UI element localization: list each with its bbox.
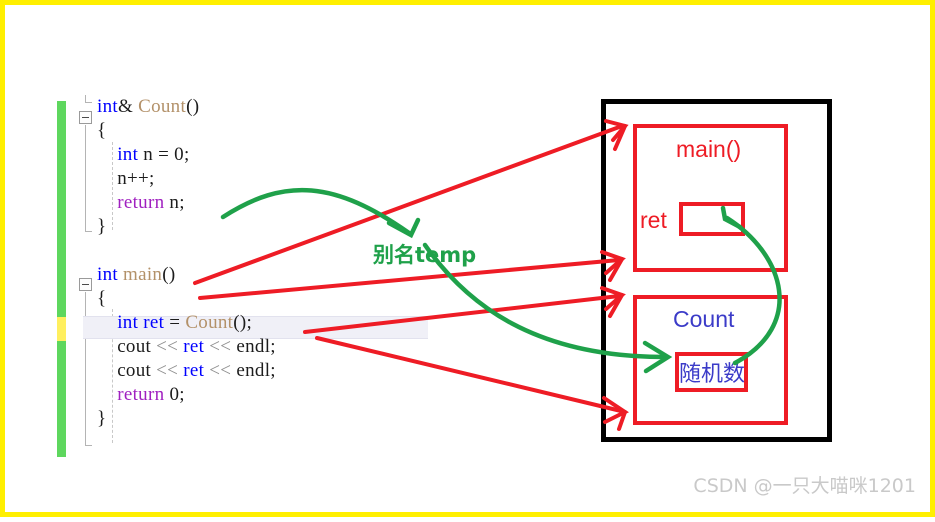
code-token: endl; [231,336,276,357]
code-token: n; [164,192,185,213]
code-token: endl; [231,360,276,381]
code-line[interactable]: return 0; [97,383,185,407]
code-token: cout [97,336,157,357]
memory-diagram: main() ret Count 随机数 [601,99,832,442]
code-token: () [162,264,176,285]
code-token: n = [138,144,175,165]
code-line[interactable]: int ret = Count(); [97,311,252,335]
code-token: & [117,96,139,117]
code-line[interactable]: int main() [97,263,176,287]
code-token: return [117,384,165,405]
fold-guide-count [85,125,86,231]
fold-foot-count [85,231,92,232]
code-token: = [164,312,186,333]
code-token: return [117,192,165,213]
ret-variable-label: ret [640,207,667,233]
code-token: ; [179,384,185,405]
ret-value-box [679,202,745,236]
code-token: n++; [97,168,155,189]
fold-foot-top [85,102,92,103]
code-token: int [97,264,118,285]
code-token: << [209,336,232,357]
code-line[interactable]: { [97,119,106,143]
code-token: cout [97,360,157,381]
code-editor-panel[interactable]: int& Count(){ int n = 0; n++; return n;}… [57,95,477,457]
code-token: int [97,96,118,117]
code-token: ret [183,360,205,381]
code-line[interactable]: n++; [97,167,155,191]
gutter-saved-marker-top [57,101,66,317]
fold-toggle-count[interactable] [79,111,92,124]
fold-guide-main [85,292,86,445]
fold-column[interactable] [79,95,95,455]
code-token: { [97,288,107,309]
fold-foot-main [85,445,92,446]
code-token: ; [183,144,190,165]
code-token: << [156,360,179,381]
code-token: () [186,96,200,117]
code-token: ret [143,312,165,333]
code-token: (); [233,312,253,333]
csdn-watermark: CSDN @一只大喵咪1201 [693,475,916,497]
code-token: } [97,408,107,429]
count-random-value-label: 随机数 [679,362,746,387]
code-line[interactable]: int n = 0; [97,143,190,167]
code-line[interactable]: cout << ret << endl; [97,335,276,359]
code-token: << [209,360,232,381]
code-line[interactable]: { [97,287,106,311]
code-line[interactable]: return n; [97,191,185,215]
code-line[interactable]: cout << ret << endl; [97,359,276,383]
code-token: ret [183,336,205,357]
gutter-saved-marker-bottom [57,341,66,457]
code-token: int [117,312,139,333]
screenshot-root: int& Count(){ int n = 0; n++; return n;}… [0,0,935,517]
code-token: Count [185,312,234,333]
code-line[interactable]: } [97,215,106,239]
code-token: { [97,120,107,141]
code-token: 0 [169,384,180,405]
code-token: int [117,144,139,165]
code-token: << [156,336,179,357]
count-frame-title: Count [673,306,735,332]
code-line[interactable]: } [97,407,106,431]
fold-toggle-main[interactable] [79,278,92,291]
code-token: 0 [174,144,184,165]
code-token: Count [138,96,187,117]
main-frame-title: main() [676,136,742,162]
gutter-modified-marker [57,317,66,341]
code-token: } [97,216,107,237]
code-token: main [123,264,163,285]
code-line[interactable]: int& Count() [97,95,199,119]
